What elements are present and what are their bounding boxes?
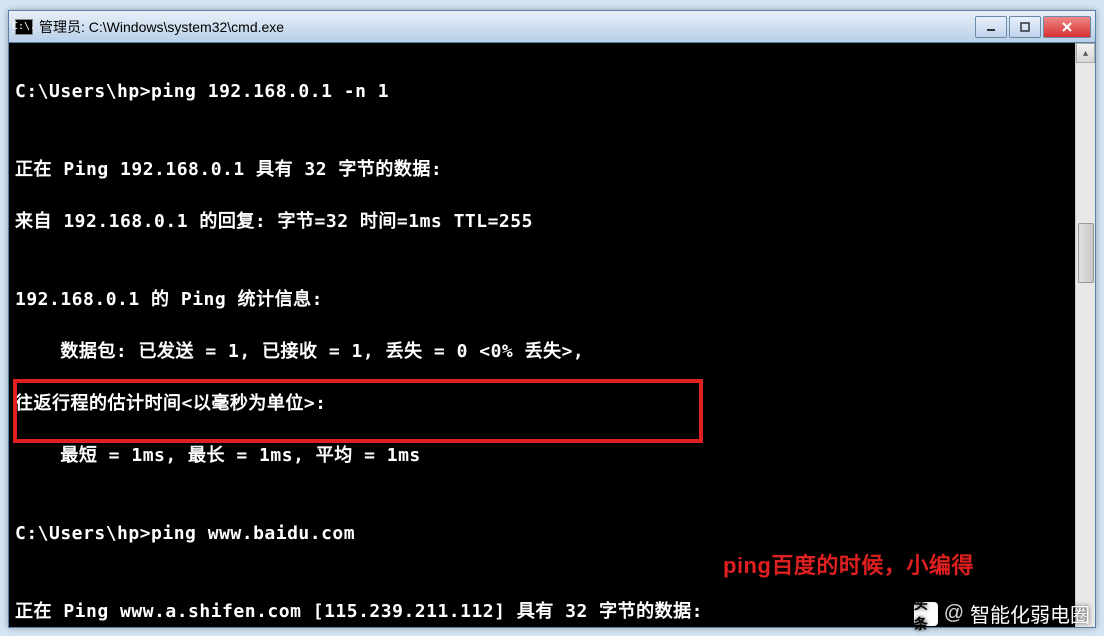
watermark-at: @: [944, 602, 964, 625]
scrollbar[interactable]: ▴: [1075, 43, 1095, 627]
minimize-button[interactable]: [975, 16, 1007, 38]
terminal-line: 192.168.0.1 的 Ping 统计信息:: [15, 287, 1069, 313]
watermark-icon: 头条: [914, 602, 938, 626]
terminal-line: 数据包: 已发送 = 1, 已接收 = 1, 丢失 = 0 <0% 丢失>,: [15, 339, 1069, 365]
close-button[interactable]: [1043, 16, 1091, 38]
maximize-button[interactable]: [1009, 16, 1041, 38]
scroll-up-button[interactable]: ▴: [1076, 43, 1095, 63]
terminal-output[interactable]: C:\Users\hp>ping 192.168.0.1 -n 1 正在 Pin…: [9, 43, 1075, 627]
terminal-line: 来自 192.168.0.1 的回复: 字节=32 时间=1ms TTL=255: [15, 209, 1069, 235]
titlebar[interactable]: C:\. 管理员: C:\Windows\system32\cmd.exe: [9, 11, 1095, 43]
cmd-icon: C:\.: [15, 19, 33, 35]
terminal-wrapper: C:\Users\hp>ping 192.168.0.1 -n 1 正在 Pin…: [9, 43, 1095, 627]
terminal-line: 往返行程的估计时间<以毫秒为单位>:: [15, 391, 1069, 417]
annotation-line: ping百度的时候，小编得: [723, 551, 974, 581]
watermark-name: 智能化弱电圈: [970, 599, 1090, 628]
terminal-line: C:\Users\hp>ping 192.168.0.1 -n 1: [15, 79, 1069, 105]
window-title: 管理员: C:\Windows\system32\cmd.exe: [39, 17, 975, 37]
scroll-thumb[interactable]: [1078, 223, 1094, 283]
watermark: 头条 @ 智能化弱电圈: [914, 599, 1090, 628]
cmd-window: C:\. 管理员: C:\Windows\system32\cmd.exe C:…: [8, 10, 1096, 628]
terminal-line: 最短 = 1ms, 最长 = 1ms, 平均 = 1ms: [15, 443, 1069, 469]
window-controls: [975, 16, 1091, 38]
terminal-line: 正在 Ping 192.168.0.1 具有 32 字节的数据:: [15, 157, 1069, 183]
